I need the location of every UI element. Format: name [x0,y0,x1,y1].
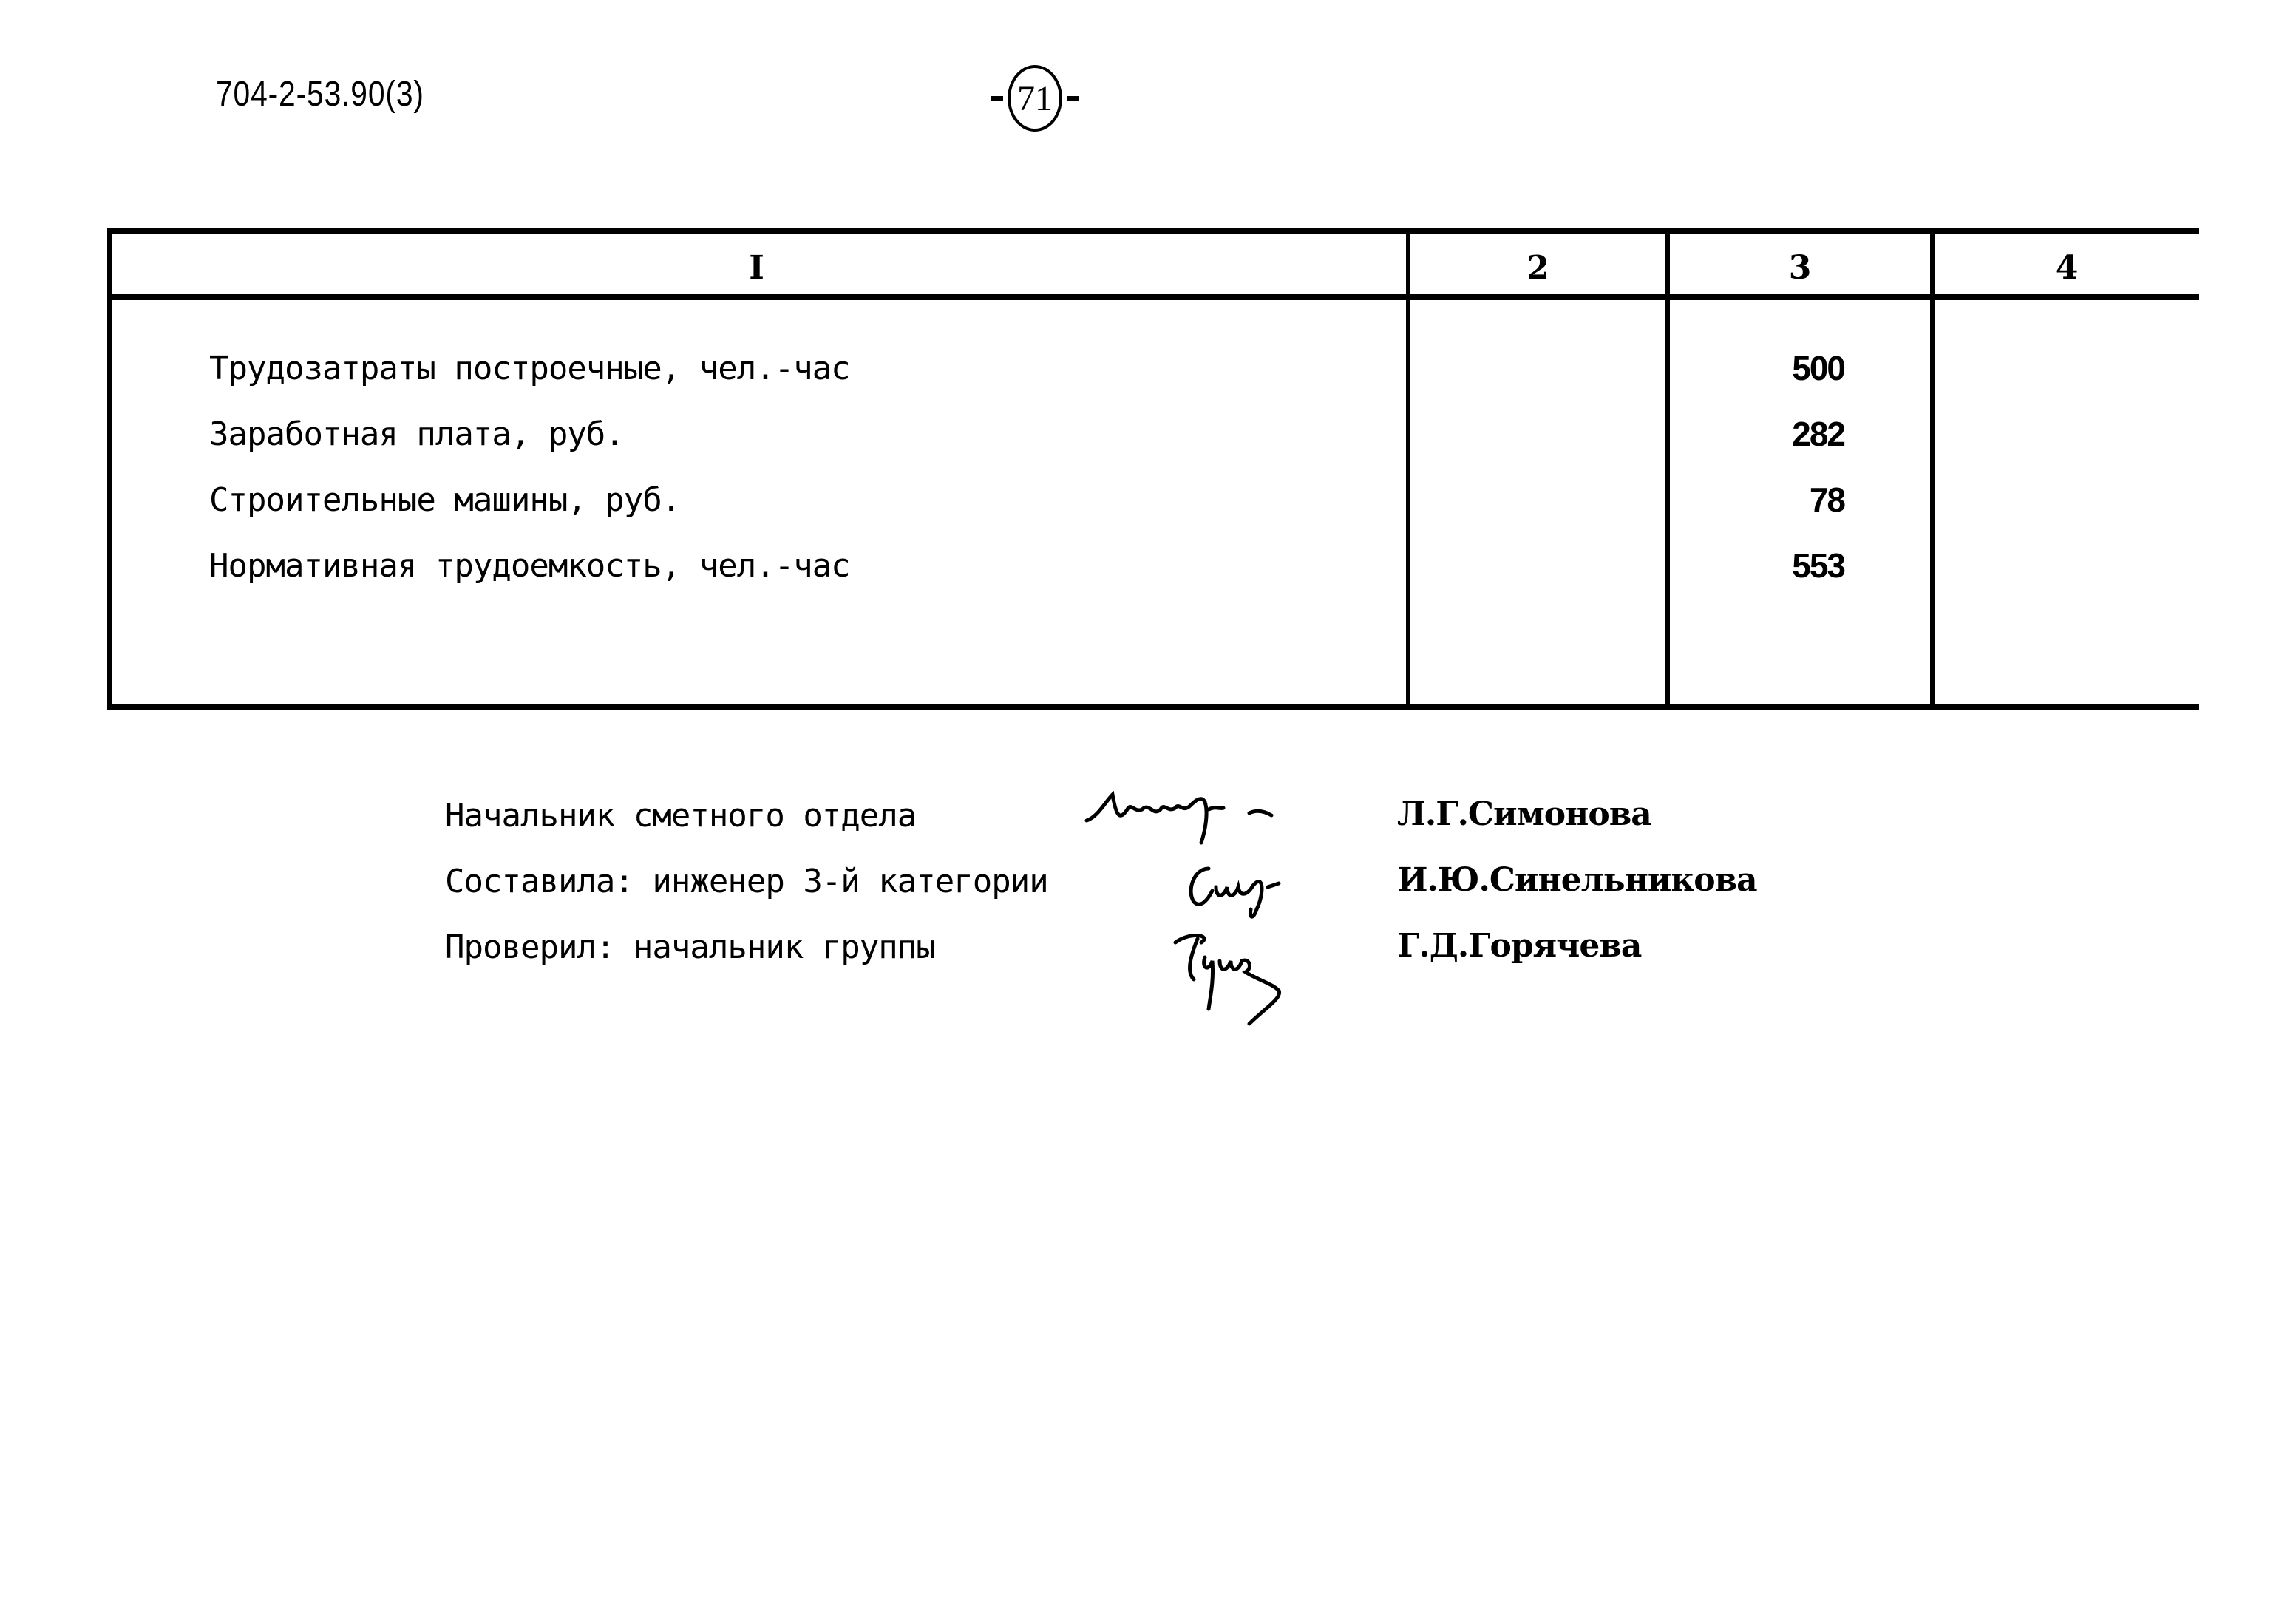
row-value-col3: 500 [1792,349,1846,387]
page-number-value: 71 [1017,78,1053,118]
row-label: Строительные машины, руб. [209,481,681,519]
row-label: Трудозатраты построечные, чел.-час [209,350,851,387]
page-number-circle: 71 [1008,65,1062,132]
column-header: I [749,248,764,287]
dash-right [1067,96,1079,101]
row-label: Нормативная трудоемкость, чел.-час [209,547,851,585]
document-code: 704-2-53.90(3) [216,75,424,114]
dash-left [991,96,1003,101]
row-value-col3: 78 [1809,480,1846,519]
signatory-name: Г.Д.Горячева [1397,927,1642,965]
column-divider [1665,228,1670,710]
signature-role: Составила: инженер 3-й категории [445,863,1049,900]
page-number: 71 [987,65,1083,132]
column-header: 4 [2055,248,2079,287]
column-header: 3 [1788,248,1812,287]
table-top-border [107,228,2199,234]
table-bottom-border [107,704,2199,710]
column-header: 2 [1526,248,1549,287]
column-divider [1406,228,1410,710]
row-label: Заработная плата, руб. [209,415,625,453]
row-value-col3: 553 [1792,546,1846,585]
signature-role: Проверил: начальник группы [445,928,936,966]
cost-table: I 2 3 4 Трудозатраты построечные, чел.-ч… [107,228,2199,710]
table-left-border [107,228,112,710]
signatory-name: Л.Г.Симонова [1397,795,1652,833]
signatory-name: И.Ю.Синельникова [1397,861,1758,899]
signature-role: Начальник сметного отдела [445,797,917,835]
handwritten-signature-icon [1084,790,1274,845]
table-header-border [107,294,2199,300]
column-divider [1930,228,1935,710]
row-value-col3: 282 [1792,415,1846,453]
handwritten-signature-icon [1189,866,1281,919]
handwritten-signature-icon [1173,934,1282,1026]
